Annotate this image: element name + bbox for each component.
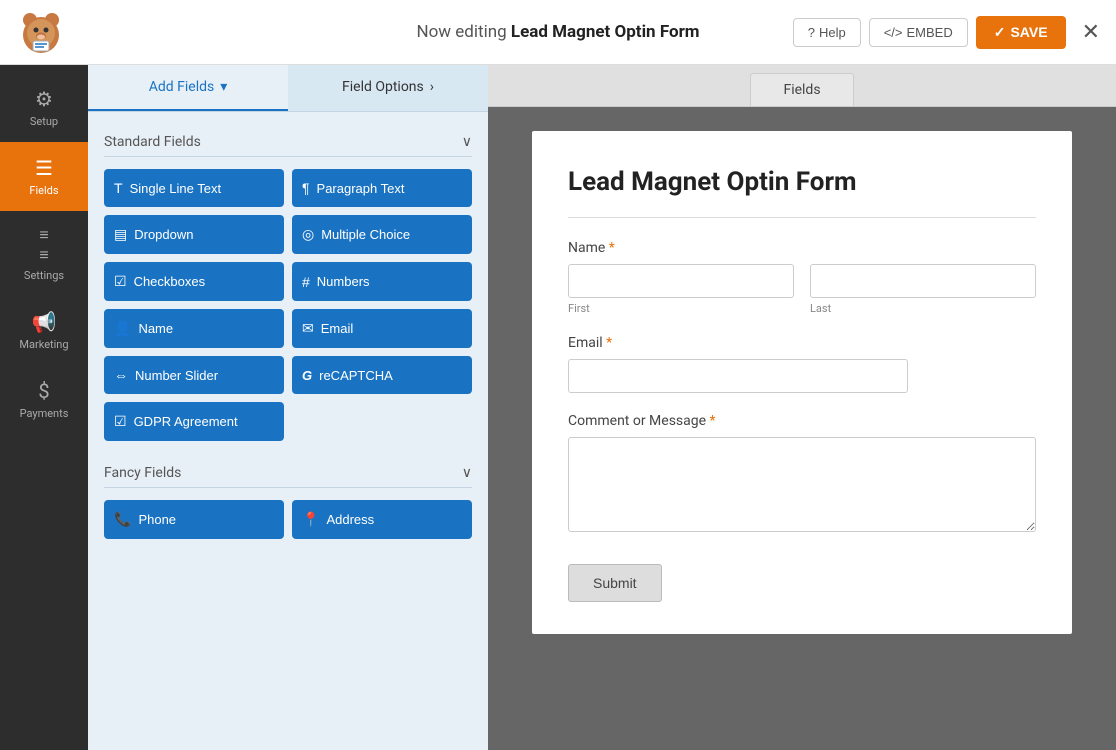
logo bbox=[16, 5, 71, 60]
fields-icon: ☰ bbox=[35, 156, 53, 180]
person-icon: 👤 bbox=[114, 320, 131, 337]
field-btn-numbers[interactable]: # Numbers bbox=[292, 262, 472, 301]
text-icon: T bbox=[114, 180, 123, 196]
fancy-fields-section-header[interactable]: Fancy Fields ∨ bbox=[104, 457, 472, 488]
main-layout: ⚙ Setup ☰ Fields ≡≡ Settings 📢 Marketing… bbox=[0, 65, 1116, 750]
name-subfields: First Last bbox=[568, 264, 1036, 315]
paragraph-icon: ¶ bbox=[302, 180, 310, 196]
gdpr-icon: ☑ bbox=[114, 413, 127, 430]
form-title: Lead Magnet Optin Form bbox=[568, 167, 1036, 197]
sidebar-item-label: Marketing bbox=[19, 338, 68, 351]
last-name-wrap: Last bbox=[810, 264, 1036, 315]
standard-fields-grid: T Single Line Text ¶ Paragraph Text ▤ Dr… bbox=[104, 169, 472, 441]
sidebar-item-label: Settings bbox=[24, 269, 64, 282]
checkbox-icon: ☑ bbox=[114, 273, 127, 290]
sidebar-item-payments[interactable]: $ Payments bbox=[0, 365, 88, 434]
chevron-right-icon: › bbox=[430, 79, 434, 95]
location-icon: 📍 bbox=[302, 511, 319, 528]
last-name-input[interactable] bbox=[810, 264, 1036, 298]
field-btn-single-line-text[interactable]: T Single Line Text bbox=[104, 169, 284, 207]
standard-fields-label: Standard Fields bbox=[104, 134, 201, 150]
field-btn-dropdown[interactable]: ▤ Dropdown bbox=[104, 215, 284, 254]
comment-textarea[interactable] bbox=[568, 437, 1036, 532]
slider-icon: ⇔ bbox=[114, 367, 128, 383]
email-label: Email * bbox=[568, 335, 1036, 351]
left-panel: Add Fields ▾ Field Options › Standard Fi… bbox=[88, 65, 488, 750]
first-name-wrap: First bbox=[568, 264, 794, 315]
phone-icon: 📞 bbox=[114, 511, 131, 528]
fancy-fields-label: Fancy Fields bbox=[104, 465, 181, 481]
save-button[interactable]: ✓ SAVE bbox=[976, 16, 1066, 49]
last-label: Last bbox=[810, 302, 1036, 315]
field-btn-number-slider[interactable]: ⇔ Number Slider bbox=[104, 356, 284, 394]
close-button[interactable]: ✕ bbox=[1082, 19, 1100, 45]
radio-icon: ◎ bbox=[302, 226, 314, 243]
form-field-name: Name * First Last bbox=[568, 240, 1036, 315]
hash-icon: # bbox=[302, 274, 310, 290]
header-actions: ? Help </> EMBED ✓ SAVE ✕ bbox=[793, 16, 1100, 49]
comment-label: Comment or Message * bbox=[568, 413, 1036, 429]
settings-icon: ≡≡ bbox=[39, 225, 48, 265]
fancy-fields-grid: 📞 Phone 📍 Address bbox=[104, 500, 472, 539]
header-title: Now editing Lead Magnet Optin Form bbox=[416, 22, 699, 42]
first-name-input[interactable] bbox=[568, 264, 794, 298]
standard-fields-section-header[interactable]: Standard Fields ∨ bbox=[104, 126, 472, 157]
chevron-down-icon: ▾ bbox=[220, 79, 227, 95]
tab-field-options[interactable]: Field Options › bbox=[288, 65, 488, 111]
sidebar-item-label: Setup bbox=[30, 115, 58, 128]
field-btn-email[interactable]: ✉ Email bbox=[292, 309, 472, 348]
submit-button[interactable]: Submit bbox=[568, 564, 662, 602]
name-label: Name * bbox=[568, 240, 1036, 256]
embed-button[interactable]: </> EMBED bbox=[869, 18, 968, 47]
first-label: First bbox=[568, 302, 794, 315]
tab-add-fields[interactable]: Add Fields ▾ bbox=[88, 65, 288, 111]
code-icon: </> bbox=[884, 25, 903, 40]
field-btn-multiple-choice[interactable]: ◎ Multiple Choice bbox=[292, 215, 472, 254]
field-btn-paragraph-text[interactable]: ¶ Paragraph Text bbox=[292, 169, 472, 207]
help-button[interactable]: ? Help bbox=[793, 18, 861, 47]
email-icon: ✉ bbox=[302, 320, 314, 337]
collapse-icon: ∨ bbox=[462, 134, 472, 150]
field-btn-recaptcha[interactable]: G reCAPTCHA bbox=[292, 356, 472, 394]
sidebar-item-fields[interactable]: ☰ Fields bbox=[0, 142, 88, 211]
tab-bar: Add Fields ▾ Field Options › bbox=[88, 65, 488, 112]
collapse-icon: ∨ bbox=[462, 465, 472, 481]
help-icon: ? bbox=[808, 25, 815, 40]
form-preview: Lead Magnet Optin Form Name * First bbox=[532, 131, 1072, 634]
dollar-icon: $ bbox=[38, 379, 49, 403]
form-field-comment: Comment or Message * bbox=[568, 413, 1036, 536]
field-btn-gdpr[interactable]: ☑ GDPR Agreement bbox=[104, 402, 284, 441]
checkmark-icon: ✓ bbox=[994, 24, 1006, 41]
form-field-email: Email * bbox=[568, 335, 1036, 393]
field-btn-address[interactable]: 📍 Address bbox=[292, 500, 472, 539]
field-btn-phone[interactable]: 📞 Phone bbox=[104, 500, 284, 539]
form-divider bbox=[568, 217, 1036, 218]
sidebar-item-label: Fields bbox=[29, 184, 58, 197]
header: Now editing Lead Magnet Optin Form ? Hel… bbox=[0, 0, 1116, 65]
sidebar-item-settings[interactable]: ≡≡ Settings bbox=[0, 211, 88, 296]
gear-icon: ⚙ bbox=[35, 87, 53, 111]
megaphone-icon: 📢 bbox=[32, 310, 57, 334]
google-icon: G bbox=[302, 368, 312, 383]
sidebar: ⚙ Setup ☰ Fields ≡≡ Settings 📢 Marketing… bbox=[0, 65, 88, 750]
fields-scroll-area: Standard Fields ∨ T Single Line Text ¶ P… bbox=[88, 112, 488, 750]
fields-tab[interactable]: Fields bbox=[750, 73, 853, 106]
sidebar-item-setup[interactable]: ⚙ Setup bbox=[0, 73, 88, 142]
field-btn-name[interactable]: 👤 Name bbox=[104, 309, 284, 348]
field-btn-checkboxes[interactable]: ☑ Checkboxes bbox=[104, 262, 284, 301]
dropdown-icon: ▤ bbox=[114, 226, 127, 243]
email-input[interactable] bbox=[568, 359, 908, 393]
sidebar-item-label: Payments bbox=[20, 407, 69, 420]
sidebar-item-marketing[interactable]: 📢 Marketing bbox=[0, 296, 88, 365]
right-panel: Fields Lead Magnet Optin Form Name * bbox=[488, 65, 1116, 750]
